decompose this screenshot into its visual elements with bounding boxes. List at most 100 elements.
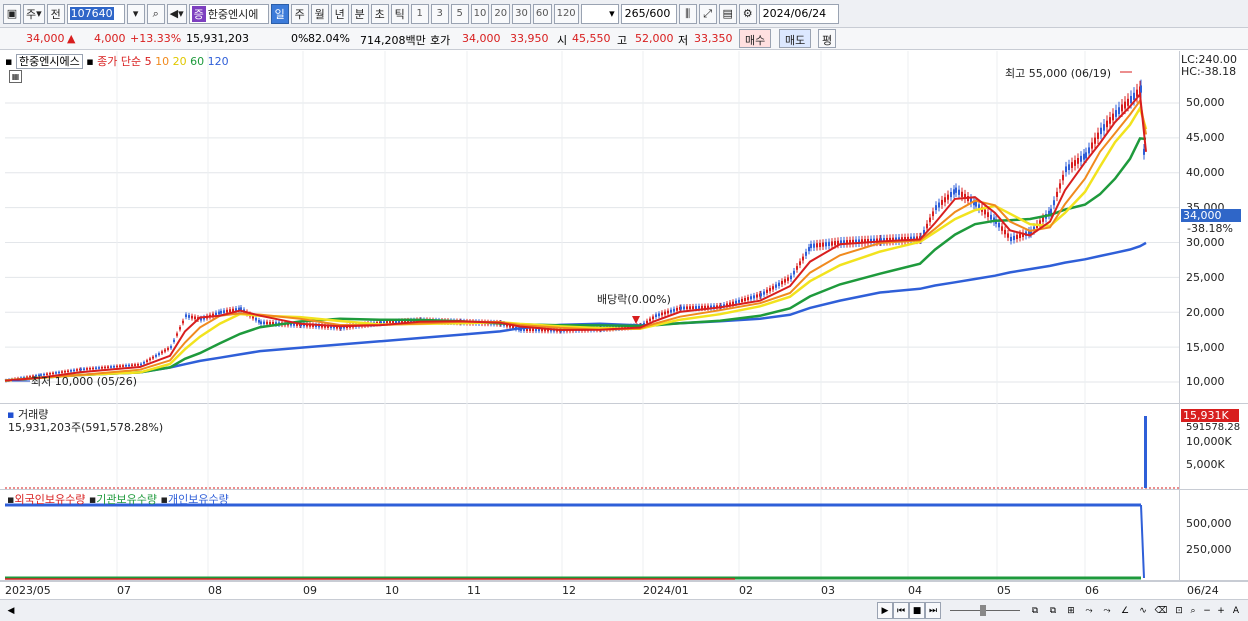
candle-body <box>529 328 531 332</box>
candle-body <box>76 369 78 371</box>
angle-icon[interactable]: ∠ <box>1117 602 1133 619</box>
candle-body <box>146 360 148 362</box>
dividend-marker <box>632 316 640 324</box>
copy-icon[interactable]: ⧉ <box>1045 602 1061 619</box>
current-pct-tag: -38.18% <box>1187 222 1233 235</box>
candle-body <box>185 314 187 318</box>
zoom-slider-handle[interactable] <box>980 605 986 616</box>
candle-body <box>1001 226 1003 231</box>
x-axis: 2023/05 07 08 09 10 11 12 2024/01 02 03 … <box>0 581 1248 599</box>
candle-body <box>799 261 801 266</box>
candle-body <box>738 299 740 303</box>
candle-body <box>266 321 268 325</box>
candle-body <box>766 289 768 293</box>
candle-body <box>793 270 795 275</box>
candle-body <box>226 309 228 313</box>
candle-body <box>188 315 190 318</box>
candle-body <box>101 366 103 369</box>
candle-body <box>83 368 85 371</box>
line-icon[interactable]: ⤳ <box>1099 602 1115 619</box>
candle-body <box>218 311 220 315</box>
candle-body <box>1091 142 1093 149</box>
candle-body <box>229 309 231 313</box>
candle-body <box>941 199 943 205</box>
candle-body <box>998 222 1000 228</box>
x-label-05: 05 <box>997 584 1011 597</box>
legend-stock-name[interactable]: 한중엔시에스 <box>15 54 83 69</box>
legend-ma5: 5 <box>144 55 152 68</box>
y-tick-30000: 30,000 <box>1186 236 1225 249</box>
candle-body <box>955 187 957 193</box>
candle-body <box>1053 200 1055 206</box>
candle-body <box>747 297 749 301</box>
candle-body <box>813 243 815 248</box>
candle-body <box>260 321 262 325</box>
candle-body <box>107 366 109 369</box>
candle-body <box>1085 152 1087 159</box>
text-size-icon[interactable]: A <box>1228 602 1244 619</box>
candle-body <box>816 243 818 248</box>
candle-body <box>646 320 648 324</box>
candle-body <box>70 370 72 372</box>
eraser-icon[interactable]: ⌫ <box>1153 602 1169 619</box>
candle-body <box>1115 110 1117 117</box>
candle-body <box>935 205 937 211</box>
candle-body <box>1100 127 1102 135</box>
candle-body <box>170 346 172 349</box>
scroll-left-icon[interactable]: ◀ <box>3 602 19 619</box>
candle-body <box>526 328 528 332</box>
candle-body <box>149 358 151 361</box>
candle-body <box>191 315 193 319</box>
candle-body <box>938 202 940 208</box>
candle-body <box>89 367 91 370</box>
low-annotation: 최저 10,000 (05/26) <box>31 375 138 388</box>
first-page-icon[interactable]: ⏮ <box>893 602 909 619</box>
candle-body <box>194 316 196 320</box>
legend-foreign: 외국인보유수량 <box>14 493 86 506</box>
candle-body <box>987 212 989 217</box>
candle-body <box>1016 234 1018 240</box>
legend-square-icon: ▪ <box>160 493 168 506</box>
candle-body <box>667 310 669 314</box>
wave-icon[interactable]: ∿ <box>1135 602 1151 619</box>
candle-body <box>744 298 746 302</box>
volume-tick-5000k: 5,000K <box>1186 458 1225 471</box>
stop-icon[interactable]: ■ <box>909 602 925 619</box>
legend-ma-label: 종가 단순 <box>97 55 142 68</box>
candle-body <box>535 328 537 332</box>
candle-body <box>67 370 69 373</box>
candle-body <box>392 320 394 324</box>
plus-icon[interactable]: + <box>1213 602 1229 619</box>
candle-body <box>164 349 166 352</box>
candle-body <box>182 320 184 324</box>
x-label-02: 02 <box>739 584 753 597</box>
legend-square-icon: ▪ <box>5 55 13 68</box>
candle-body <box>649 318 651 322</box>
candle-body <box>787 277 789 281</box>
layout-icon[interactable]: ⧉ <box>1027 602 1043 619</box>
scroll-right-icon[interactable]: ▶ <box>877 602 893 619</box>
candle-body <box>116 365 118 368</box>
candle-body <box>950 191 952 198</box>
last-page-icon[interactable]: ⏭ <box>925 602 941 619</box>
ma5-line <box>4 91 1147 382</box>
candle-body <box>778 282 780 287</box>
x-label-09: 09 <box>303 584 317 597</box>
table-icon[interactable]: ▦ <box>9 70 22 83</box>
candle-body <box>223 310 225 314</box>
candle-body <box>831 241 833 246</box>
legend-ma60: 60 <box>190 55 205 68</box>
y-tick-40000: 40,000 <box>1186 166 1225 179</box>
candle-body <box>1080 155 1082 162</box>
candle-body <box>1088 147 1090 154</box>
candle-body <box>119 365 121 368</box>
price-legend: ▪ 한중엔시에스 ▪ 종가 단순 5 10 20 60 120 <box>5 53 229 69</box>
ma10-line <box>4 98 1147 382</box>
grid-icon[interactable]: ⊞ <box>1063 602 1079 619</box>
candle-body <box>1140 85 1142 93</box>
candle-body <box>158 353 160 356</box>
high-annotation: 최고 55,000 (06/19) <box>1005 67 1112 80</box>
trend-icon[interactable]: ⤳ <box>1081 602 1097 619</box>
candle-body <box>802 256 804 261</box>
candle-body <box>953 189 955 195</box>
